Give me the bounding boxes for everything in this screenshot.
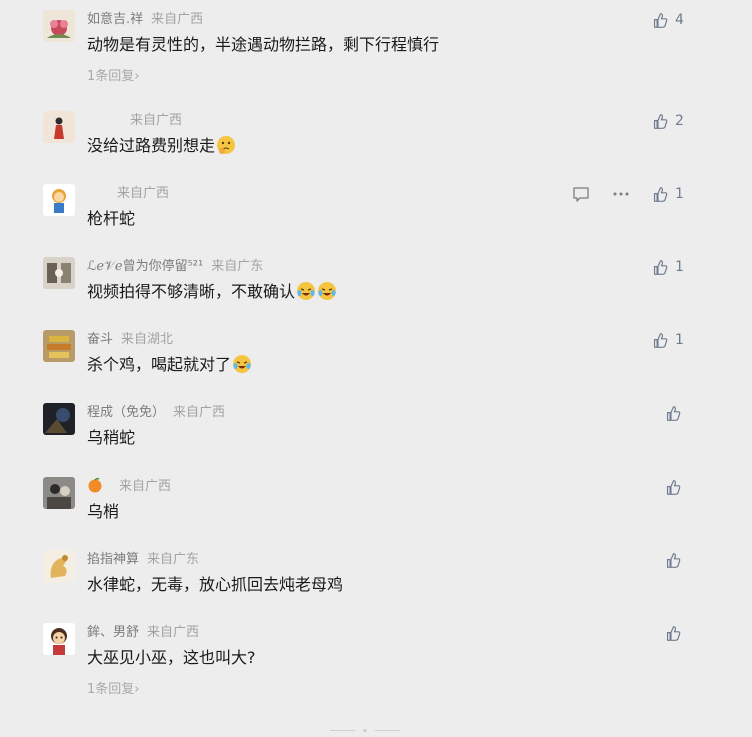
location: 来自广东 (211, 259, 264, 274)
comment-text: 乌梢 (87, 502, 120, 521)
username[interactable]: 如意吉.祥 (87, 12, 143, 27)
like-button[interactable] (665, 550, 682, 570)
comment-meta: 来自广西 (122, 111, 182, 131)
comment-meta: 如意吉.祥 来自广西 (87, 10, 203, 30)
location: 来自广西 (151, 12, 204, 27)
location: 来自广西 (130, 113, 183, 128)
comment-text: 杀个鸡，喝起就对了 (87, 352, 252, 378)
like-count: 2 (675, 113, 684, 129)
chevron-right-icon: › (134, 682, 140, 697)
laughing-crying-emoji (296, 281, 316, 301)
comment-text: 大巫见小巫，这也叫大? (87, 648, 256, 667)
comment-meta: 鉾、男舒 来自广西 (87, 623, 199, 643)
thumbs-up-icon (653, 113, 668, 129)
thumbs-up-icon (666, 479, 681, 495)
like-button[interactable]: 1 (652, 330, 684, 350)
figure-avatar[interactable] (43, 111, 75, 143)
photo-avatar[interactable] (43, 257, 75, 289)
people-avatar[interactable] (43, 477, 75, 509)
comment-text: 乌稍蛇 (87, 428, 136, 447)
like-button[interactable]: 2 (652, 111, 684, 131)
like-button[interactable]: 1 (652, 184, 684, 204)
replies-link[interactable]: 1条回复› (87, 681, 139, 699)
objects-avatar[interactable] (43, 330, 75, 362)
cartoon-avatar[interactable] (43, 184, 75, 216)
hand-avatar[interactable] (43, 550, 75, 582)
laughing-crying-emoji (317, 281, 337, 301)
thumbs-up-icon (666, 405, 681, 421)
username[interactable]: ℒℯ𝒱ℯ曾为你停留⁵²¹ (87, 259, 203, 274)
like-button[interactable]: 4 (652, 10, 684, 30)
location: 来自广西 (119, 479, 172, 494)
dark-photo-avatar[interactable] (43, 403, 75, 435)
comment-meta: 来自广西 (87, 477, 171, 497)
comment-meta: ℒℯ𝒱ℯ曾为你停留⁵²¹ 来自广东 (87, 257, 263, 277)
thumbs-up-icon (666, 552, 681, 568)
username[interactable]: 程成（免免） (87, 405, 165, 420)
thumbs-up-icon (653, 259, 668, 275)
comment-text: 动物是有灵性的，半途遇动物拦路，剩下行程慎行 (87, 35, 440, 54)
comment-meta: 程成（免免） 来自广西 (87, 403, 225, 423)
comment-text: 水律蛇，无毒，放心抓回去炖老母鸡 (87, 575, 344, 594)
username[interactable]: 鉾、男舒 (87, 625, 139, 640)
comment-meta: 来自广西 (109, 184, 169, 204)
thinking-emoji (216, 135, 236, 155)
like-button[interactable]: 1 (652, 257, 684, 277)
cartoon-boy-avatar[interactable] (43, 623, 75, 655)
like-button[interactable] (665, 623, 682, 643)
like-count: 1 (675, 186, 684, 202)
chevron-right-icon: › (134, 69, 140, 84)
username[interactable]: 掐指神算 (87, 552, 139, 567)
more-icon[interactable] (611, 184, 631, 204)
comment-icon[interactable] (571, 184, 591, 204)
location: 来自广东 (147, 552, 200, 567)
like-button[interactable] (665, 403, 682, 423)
like-count: 1 (675, 332, 684, 348)
comment-meta: 掐指神算 来自广东 (87, 550, 199, 570)
like-count: 4 (675, 12, 684, 28)
comment-text: 视频拍得不够清晰，不敢确认 (87, 279, 337, 305)
like-count: 1 (675, 259, 684, 275)
thumbs-up-icon (653, 332, 668, 348)
comment-meta: 奋斗 来自湖北 (87, 330, 173, 350)
location: 来自湖北 (121, 332, 174, 347)
location: 来自广西 (173, 405, 226, 420)
tangerine-emoji (87, 477, 103, 493)
loading-indicator (330, 729, 400, 732)
flower-avatar[interactable] (43, 10, 75, 42)
thumbs-up-icon (653, 12, 668, 28)
location: 来自广西 (147, 625, 200, 640)
username[interactable]: 奋斗 (87, 332, 113, 347)
comment-text: 没给过路费别想走 (87, 133, 236, 159)
comment-text: 枪杆蛇 (87, 209, 136, 228)
thumbs-up-icon (653, 186, 668, 202)
thumbs-up-icon (666, 625, 681, 641)
replies-link[interactable]: 1条回复› (87, 68, 139, 86)
laughing-crying-emoji (232, 354, 252, 374)
like-button[interactable] (665, 477, 682, 497)
location: 来自广西 (117, 186, 170, 201)
